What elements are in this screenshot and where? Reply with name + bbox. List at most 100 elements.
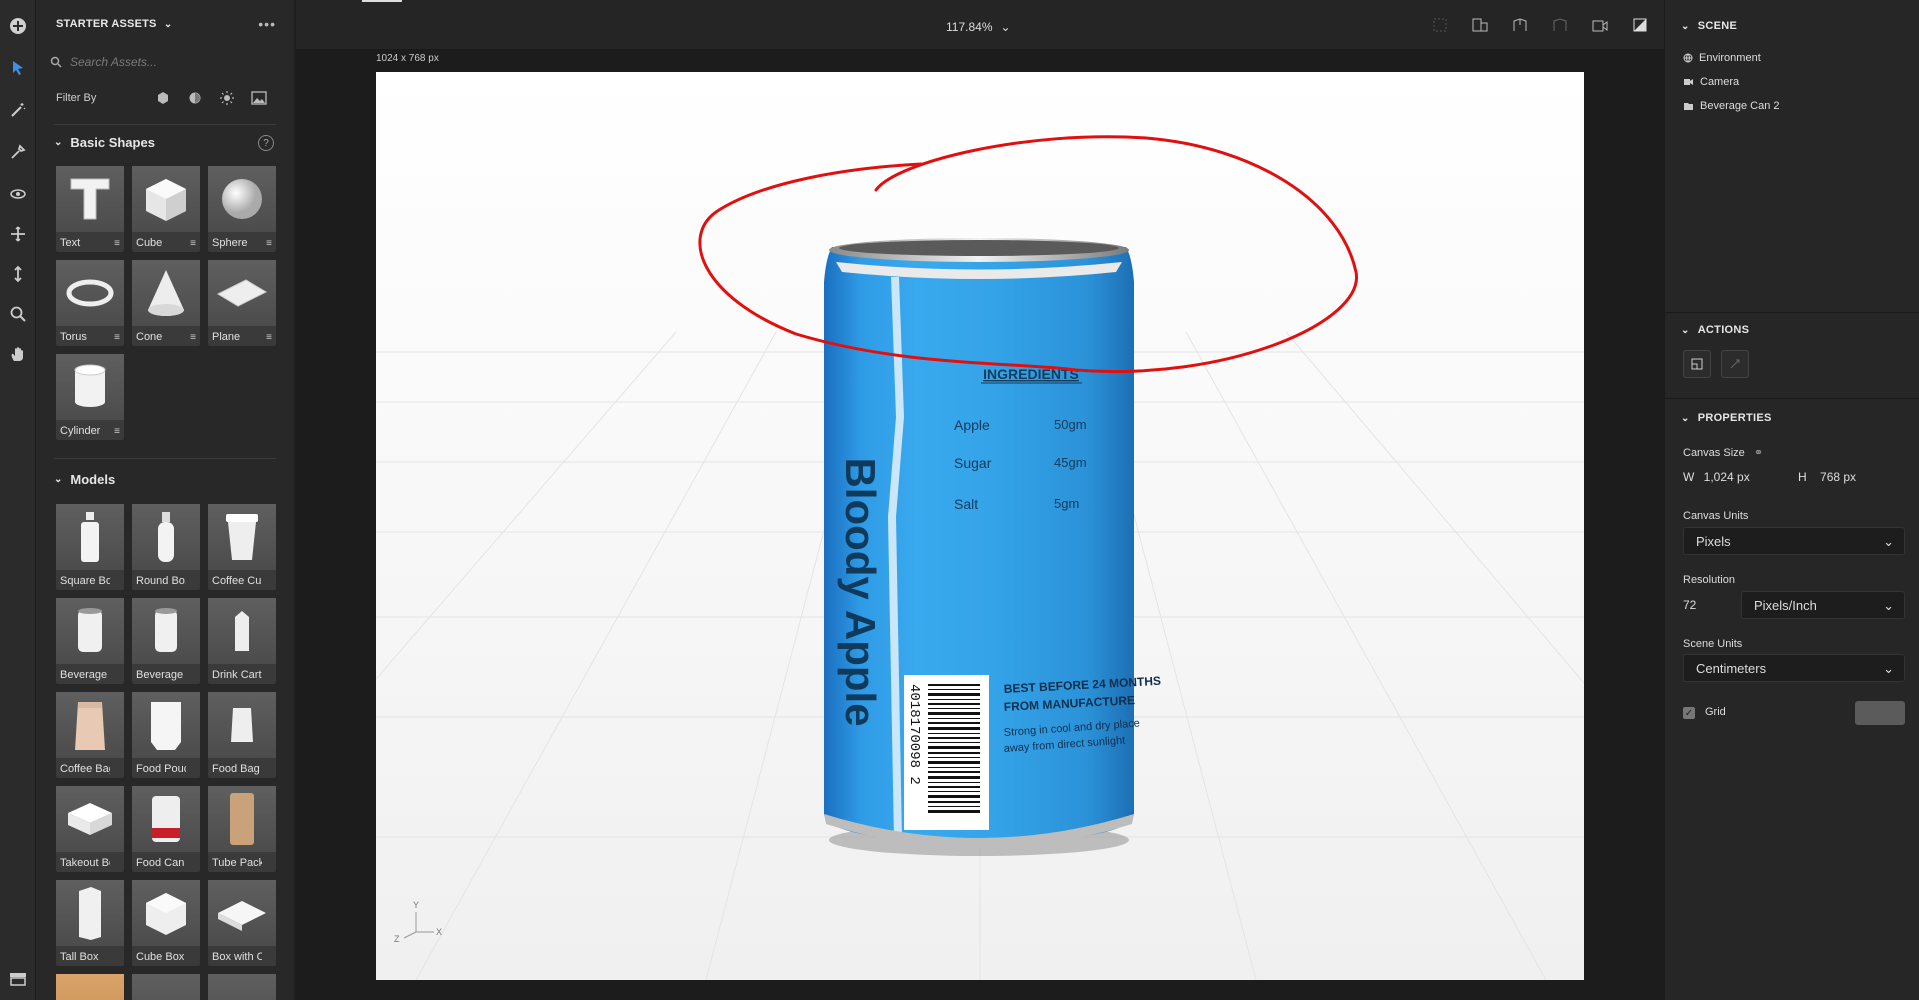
asset-tile-sphere[interactable]: Sphere ≡ xyxy=(208,166,276,252)
resolution-units-dropdown[interactable]: Pixels/Inch ⌄ xyxy=(1741,591,1905,619)
asset-tile-cube[interactable]: Cube ≡ xyxy=(132,166,200,252)
divider xyxy=(1665,398,1919,399)
asset-tile-drink-carton[interactable]: Drink Cart... xyxy=(208,598,276,684)
resolution-input[interactable]: 72 xyxy=(1683,598,1696,612)
dolly-icon[interactable] xyxy=(6,262,30,286)
more-options-icon[interactable]: ••• xyxy=(258,16,276,32)
asset-tile-food-bag[interactable]: Food Bag xyxy=(208,692,276,778)
hand-icon[interactable] xyxy=(6,342,30,366)
resize-button[interactable] xyxy=(1721,350,1749,378)
camera-icon xyxy=(1684,79,1693,85)
asset-tile-food-can[interactable]: Food Can xyxy=(132,786,200,872)
asset-tile-beverage-can[interactable]: Beverage ... xyxy=(56,598,124,684)
add-icon[interactable] xyxy=(6,14,30,38)
asset-tile-cube-box[interactable]: Cube Box xyxy=(132,880,200,966)
adjust-icon[interactable]: ≡ xyxy=(114,332,120,343)
scene-item-environment[interactable]: Environment xyxy=(1683,52,1761,64)
asset-tile-cone[interactable]: Cone ≡ xyxy=(132,260,200,346)
asset-tile-beverage-can-2[interactable]: Beverage ... xyxy=(132,598,200,684)
layers-icon[interactable] xyxy=(9,972,27,986)
help-icon[interactable]: ? xyxy=(258,135,274,151)
divider xyxy=(54,458,276,459)
asset-tile-partial[interactable] xyxy=(208,974,276,1000)
pan-move-icon[interactable] xyxy=(6,222,30,246)
tall-box-thumbnail xyxy=(56,880,124,946)
chevron-down-icon: ⌄ xyxy=(1681,412,1690,424)
width-field[interactable]: W 1,024 px xyxy=(1683,470,1750,484)
adjust-icon[interactable]: ≡ xyxy=(266,238,272,249)
globe-icon xyxy=(1683,53,1693,63)
unlink-icon[interactable]: ⚭ xyxy=(1754,447,1763,459)
food-pouch-thumbnail xyxy=(132,692,200,758)
asset-tile-partial[interactable] xyxy=(132,974,200,1000)
sphere-thumbnail xyxy=(208,166,276,232)
axis-x-label: X xyxy=(436,927,442,937)
scene-units-dropdown[interactable]: Centimeters ⌄ xyxy=(1683,654,1905,682)
asset-tile-tall-box[interactable]: Tall Box xyxy=(56,880,124,966)
asset-tile-square-bottle[interactable]: Square Bo... xyxy=(56,504,124,590)
canvas-units-dropdown[interactable]: Pixels ⌄ xyxy=(1683,527,1905,555)
axis-z-label: Z xyxy=(394,934,400,944)
asset-tile-box-with-opening[interactable]: Box with O... xyxy=(208,880,276,966)
height-field[interactable]: H 768 px xyxy=(1798,470,1856,484)
partial-thumbnail xyxy=(208,974,276,1000)
adjust-icon[interactable]: ≡ xyxy=(190,238,196,249)
adjust-icon[interactable]: ≡ xyxy=(266,332,272,343)
scene-header[interactable]: ⌄ SCENE xyxy=(1681,20,1737,32)
asset-tile-tube-pack[interactable]: Tube Pack... xyxy=(208,786,276,872)
grid-color-swatch[interactable] xyxy=(1855,701,1905,725)
asset-tile-text[interactable]: Text ≡ xyxy=(56,166,124,252)
active-tab-indicator xyxy=(362,0,402,2)
filter-models-icon[interactable] xyxy=(154,90,172,106)
asset-tile-coffee-bag[interactable]: Coffee Bag xyxy=(56,692,124,778)
orbit-icon[interactable] xyxy=(6,182,30,206)
viewport-canvas[interactable]: Bloody Apple INGREDIENTS Apple 50gm Suga… xyxy=(376,72,1584,980)
beverage-can[interactable]: Bloody Apple INGREDIENTS Apple 50gm Suga… xyxy=(824,238,1161,848)
fit-canvas-button[interactable] xyxy=(1683,350,1711,378)
search-input[interactable] xyxy=(68,54,268,70)
chevron-down-icon: ⌄ xyxy=(1681,20,1690,32)
filter-images-icon[interactable] xyxy=(250,90,268,106)
render-icon[interactable] xyxy=(1630,16,1650,34)
basic-shapes-header[interactable]: ⌄ Basic Shapes xyxy=(54,135,155,150)
zoom-control[interactable]: 117.84% ⌄ xyxy=(946,20,1011,34)
filter-icons xyxy=(154,90,268,106)
properties-header[interactable]: ⌄ PROPERTIES xyxy=(1681,412,1772,424)
bookmark-view-icon[interactable] xyxy=(1510,16,1530,34)
asset-tile-cylinder[interactable]: Cylinder ≡ xyxy=(56,354,124,440)
asset-tile-coffee-cup[interactable]: Coffee Cup xyxy=(208,504,276,590)
frame-icon[interactable] xyxy=(1430,16,1450,34)
assets-panel-title[interactable]: STARTER ASSETS ⌄ xyxy=(56,18,172,30)
scene-item-camera[interactable]: Camera xyxy=(1683,76,1739,88)
left-toolbar xyxy=(0,0,36,1000)
grid-checkbox[interactable]: ✓ xyxy=(1683,707,1695,719)
folder-icon xyxy=(1684,103,1693,110)
adjust-icon[interactable]: ≡ xyxy=(114,426,120,437)
magic-select-icon[interactable] xyxy=(6,98,30,122)
barcode-number: 4018170098 2 xyxy=(906,684,922,785)
snapshot-icon[interactable] xyxy=(1590,16,1610,34)
adjust-icon[interactable]: ≡ xyxy=(190,332,196,343)
scene-item-beverage-can[interactable]: Beverage Can 2 xyxy=(1683,100,1780,112)
camera-view-icon[interactable] xyxy=(1470,16,1490,34)
ingredient-amount: 45gm xyxy=(1054,455,1087,470)
filter-lights-icon[interactable] xyxy=(218,90,236,106)
sample-tool-icon[interactable] xyxy=(6,140,30,164)
asset-tile-takeout-box[interactable]: Takeout Box xyxy=(56,786,124,872)
cube-box-thumbnail xyxy=(132,880,200,946)
adjust-icon[interactable]: ≡ xyxy=(114,238,120,249)
asset-tile-partial[interactable] xyxy=(56,974,124,1000)
filter-materials-icon[interactable] xyxy=(186,90,204,106)
zoom-icon[interactable] xyxy=(6,302,30,326)
asset-tile-torus[interactable]: Torus ≡ xyxy=(56,260,124,346)
undo-view-icon[interactable] xyxy=(1550,16,1570,34)
asset-tile-round-bottle[interactable]: Round Bo... xyxy=(132,504,200,590)
actions-header[interactable]: ⌄ ACTIONS xyxy=(1681,324,1749,336)
ingredient-amount: 50gm xyxy=(1054,417,1087,432)
asset-tile-plane[interactable]: Plane ≡ xyxy=(208,260,276,346)
models-header[interactable]: ⌄ Models xyxy=(54,472,115,487)
select-tool-icon[interactable] xyxy=(6,56,30,80)
asset-tile-food-pouch[interactable]: Food Pouch xyxy=(132,692,200,778)
right-panel: ⌄ SCENE Environment Camera Beverage Can … xyxy=(1664,0,1919,1000)
torus-thumbnail xyxy=(56,260,124,326)
